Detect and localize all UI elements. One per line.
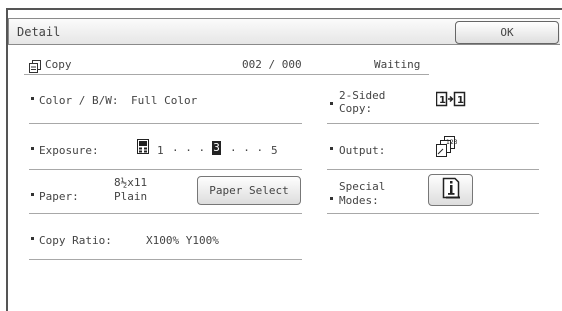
divider (327, 213, 539, 214)
ok-button[interactable]: OK (455, 21, 559, 44)
sort-output-icon: 123 (434, 135, 460, 163)
divider (29, 259, 302, 260)
bullet (330, 197, 333, 200)
divider (29, 213, 302, 214)
copy-ratio-label: Copy Ratio: (39, 234, 112, 247)
job-counter: 002 / 000 (242, 58, 302, 71)
paper-label: Paper: (39, 190, 79, 203)
window-title: Detail (17, 25, 61, 39)
two-sided-label-1: 2-Sided (339, 89, 386, 102)
exposure-label: Exposure: (39, 144, 99, 157)
special-modes-label-2: Modes: (339, 194, 379, 207)
one-to-one-duplex-icon: 1 1 (435, 91, 466, 111)
bullet (330, 147, 333, 150)
output-label: Output: (339, 144, 386, 157)
bullet (31, 193, 34, 196)
machine-status: Waiting (374, 58, 421, 71)
exposure-dots-left: · · · (172, 144, 206, 157)
info-document-icon (441, 177, 461, 203)
color-mode-label: Color / B/W: (39, 94, 119, 107)
detail-window-frame (6, 8, 562, 311)
svg-text:123: 123 (446, 139, 458, 146)
paper-size: 8½x11 (114, 176, 148, 189)
auto-exposure-icon (137, 139, 149, 158)
bullet (330, 102, 333, 105)
color-mode-value: Full Color (131, 94, 198, 107)
mode-label: Copy (45, 58, 72, 71)
bullet (31, 97, 34, 100)
special-modes-button[interactable] (428, 174, 473, 206)
special-modes-label-1: Special (339, 180, 386, 193)
svg-text:1: 1 (439, 95, 446, 106)
exposure-selected-level: 3 (212, 141, 221, 155)
paper-select-button[interactable]: Paper Select (197, 176, 301, 205)
exposure-dots-right: · · · (230, 144, 264, 157)
divider (327, 123, 539, 124)
bullet (31, 147, 34, 150)
status-row-divider (24, 74, 429, 75)
two-sided-label-2: Copy: (339, 102, 373, 115)
bullet (31, 237, 34, 240)
divider (327, 169, 539, 170)
copy-ratio-value: X100% Y100% (146, 234, 219, 247)
exposure-max: 5 (271, 144, 278, 157)
paper-type: Plain (114, 190, 148, 203)
svg-text:1: 1 (457, 95, 464, 106)
divider (29, 123, 302, 124)
exposure-min: 1 (157, 144, 164, 157)
divider (29, 169, 302, 170)
